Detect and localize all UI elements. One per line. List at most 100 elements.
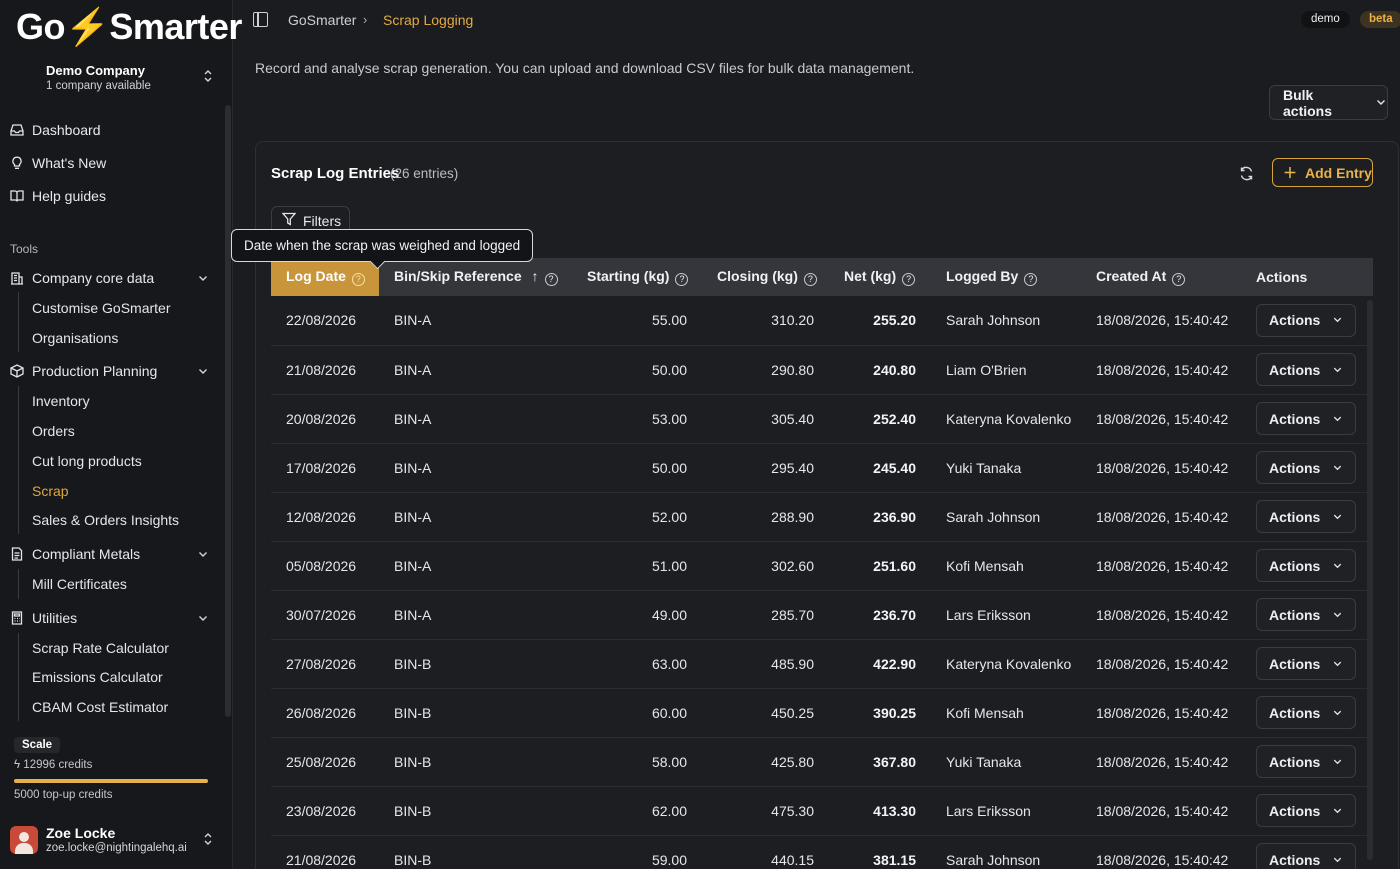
chevron-down-icon[interactable] (197, 547, 209, 563)
help-circle-icon[interactable]: ? (902, 273, 916, 286)
document-icon (9, 547, 24, 562)
cell-starting-kg: 62.00 (651, 802, 687, 819)
cell-log-date: 21/08/2026 (286, 361, 357, 378)
row-actions-button[interactable]: Actions (1256, 794, 1357, 827)
bulk-actions-button[interactable]: Bulk actions (1269, 85, 1388, 120)
sidebar-item-label: What's New (32, 155, 107, 171)
sidebar-item-mill-certificates[interactable]: Mill Certificates (32, 576, 127, 592)
help-circle-icon[interactable]: ? (803, 273, 817, 286)
cell-closing-kg: 310.20 (771, 312, 814, 329)
cell-starting-kg: 55.00 (651, 312, 687, 329)
cell-net-kg: 240.80 (873, 361, 916, 378)
sidebar-toggle-icon[interactable] (253, 12, 268, 27)
chevrons-up-down-icon[interactable] (203, 832, 213, 849)
cell-created-at: 18/08/2026, 15:40:42 (1096, 508, 1229, 525)
row-actions-button[interactable]: Actions (1256, 745, 1357, 778)
cell-created-at: 18/08/2026, 15:40:42 (1096, 459, 1229, 476)
help-circle-icon[interactable]: ? (675, 273, 689, 286)
sidebar-item-emissions-calculator[interactable]: Emissions Calculator (32, 669, 163, 685)
sidebar-item-inventory[interactable]: Inventory (32, 393, 90, 409)
cell-closing-kg: 450.25 (771, 704, 814, 721)
company-switcher[interactable]: Demo Company 1 company available (46, 63, 151, 92)
chevron-down-icon[interactable] (197, 364, 209, 380)
row-actions-button[interactable]: Actions (1256, 549, 1357, 582)
table-row[interactable]: 12/08/2026 BIN-A 52.00 288.90 236.90 Sarah Jo… (271, 492, 1373, 541)
cell-bin-reference: BIN-A (394, 361, 432, 378)
row-actions-button[interactable]: Actions (1256, 402, 1357, 435)
sidebar-item-sales-orders-insights[interactable]: Sales & Orders Insights (32, 512, 179, 528)
sidebar-group-compliant-metals[interactable]: Compliant Metals (9, 546, 207, 562)
table-row[interactable]: 22/08/2026 BIN-A 55.00 310.20 255.20 Sarah Jo… (271, 296, 1373, 345)
col-header-net-kg[interactable]: Net (kg)? (829, 258, 931, 296)
row-actions-button[interactable]: Actions (1256, 696, 1357, 729)
cell-closing-kg: 290.80 (771, 361, 814, 378)
help-circle-icon[interactable]: ? (1172, 273, 1186, 286)
sidebar-scrollbar[interactable] (225, 105, 231, 717)
sidebar-item-customise-gosmarter[interactable]: Customise GoSmarter (32, 300, 170, 316)
sidebar-item-orders[interactable]: Orders (32, 423, 75, 439)
chevron-down-icon[interactable] (197, 611, 209, 627)
entry-count: (26 entries) (390, 166, 459, 181)
sidebar-item-dashboard[interactable]: Dashboard (9, 122, 101, 138)
help-circle-icon[interactable]: ? (1024, 273, 1038, 286)
sidebar-item-organisations[interactable]: Organisations (32, 330, 118, 346)
row-actions-button[interactable]: Actions (1256, 353, 1357, 386)
filter-icon (281, 212, 297, 229)
sidebar-item-help-guides[interactable]: Help guides (9, 188, 106, 204)
cell-bin-reference: BIN-A (394, 410, 432, 427)
sidebar-item-whats-new[interactable]: What's New (9, 155, 106, 171)
col-header-closing-kg[interactable]: Closing (kg)? (702, 258, 829, 296)
row-actions-button[interactable]: Actions (1256, 303, 1357, 337)
calculator-icon (9, 611, 24, 626)
sidebar-group-company-core-data[interactable]: Company core data (9, 270, 207, 286)
breadcrumb-root[interactable]: GoSmarter (288, 12, 356, 28)
chevron-down-icon (1332, 312, 1343, 328)
gosmarter-logo[interactable]: Go⚡Smarter (16, 6, 242, 48)
cell-logged-by: Sarah Johnson (946, 851, 1041, 868)
cell-closing-kg: 302.60 (771, 557, 814, 574)
row-actions-button[interactable]: Actions (1256, 843, 1357, 869)
add-entry-button[interactable]: ＋ Add Entry (1272, 158, 1373, 187)
sidebar-item-scrap-rate-calculator[interactable]: Scrap Rate Calculator (32, 640, 169, 656)
sidebar-item-cut-long-products[interactable]: Cut long products (32, 453, 142, 469)
chevrons-up-down-icon[interactable] (203, 69, 213, 86)
chevron-down-icon[interactable] (197, 271, 209, 287)
cell-bin-reference: BIN-A (394, 459, 432, 476)
cell-bin-reference: BIN-B (394, 704, 432, 721)
cell-log-date: 21/08/2026 (286, 851, 357, 868)
sidebar-item-cbam-cost-estimator[interactable]: CBAM Cost Estimator (32, 699, 168, 715)
refresh-icon[interactable] (1239, 166, 1254, 186)
sidebar-group-label: Compliant Metals (32, 546, 141, 562)
help-circle-icon[interactable]: ? (544, 273, 558, 286)
col-header-bin-skip-reference[interactable]: Bin/Skip Reference ↑? (379, 258, 572, 296)
col-header-starting-kg[interactable]: Starting (kg)? (572, 258, 702, 296)
help-circle-icon[interactable]: ? (351, 273, 365, 286)
table-row[interactable]: 30/07/2026 BIN-A 49.00 285.70 236.70 Lars Eri… (271, 590, 1373, 639)
table-row[interactable]: 05/08/2026 BIN-A 51.00 302.60 251.60 Kofi Men… (271, 541, 1373, 590)
table-scrollbar[interactable] (1367, 300, 1373, 860)
avatar[interactable] (10, 826, 38, 854)
row-actions-button[interactable]: Actions (1256, 500, 1357, 533)
row-actions-button[interactable]: Actions (1256, 598, 1357, 631)
table-row[interactable]: 25/08/2026 BIN-B 58.00 425.80 367.80 Yuki Tan… (271, 737, 1373, 786)
cell-closing-kg: 475.30 (771, 802, 814, 819)
table-row[interactable]: 21/08/2026 BIN-A 50.00 290.80 240.80 Liam O'B… (271, 345, 1373, 394)
sidebar-group-utilities[interactable]: Utilities (9, 610, 207, 626)
col-header-log-date[interactable]: Log Date? (271, 258, 379, 296)
row-actions-button[interactable]: Actions (1256, 647, 1357, 680)
cell-starting-kg: 58.00 (651, 753, 687, 770)
cell-closing-kg: 288.90 (771, 508, 814, 525)
cell-logged-by: Lars Eriksson (946, 606, 1031, 623)
row-actions-button[interactable]: Actions (1256, 451, 1357, 484)
table-row[interactable]: 26/08/2026 BIN-B 60.00 450.25 390.25 Kofi Men… (271, 688, 1373, 737)
cell-actions: Actions (1241, 345, 1373, 394)
table-row[interactable]: 17/08/2026 BIN-A 50.00 295.40 245.40 Yuki Tan… (271, 443, 1373, 492)
col-header-logged-by[interactable]: Logged By? (931, 258, 1081, 296)
col-header-created-at[interactable]: Created At? (1081, 258, 1241, 296)
sidebar-item-scrap[interactable]: Scrap (32, 483, 69, 499)
table-row[interactable]: 21/08/2026 BIN-B 59.00 440.15 381.15 Sarah Jo… (271, 835, 1373, 869)
table-row[interactable]: 23/08/2026 BIN-B 62.00 475.30 413.30 Lars Eri… (271, 786, 1373, 835)
table-row[interactable]: 27/08/2026 BIN-B 63.00 485.90 422.90 Kateryna… (271, 639, 1373, 688)
sidebar-group-production-planning[interactable]: Production Planning (9, 363, 207, 379)
table-row[interactable]: 20/08/2026 BIN-A 53.00 305.40 252.40 Kateryna… (271, 394, 1373, 443)
